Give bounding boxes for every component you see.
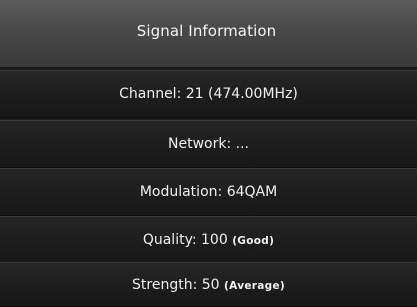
channel-value: 21 (474.00MHz) <box>185 86 298 102</box>
strength-label: Strength: <box>132 276 198 293</box>
network-label: Network: <box>168 136 232 152</box>
header-bar: Signal Information <box>0 0 417 68</box>
channel-text: Channel: 21 (474.00MHz) <box>119 86 298 102</box>
modulation-value: 64QAM <box>226 184 278 200</box>
strength-value: 50 <box>201 276 220 293</box>
network-row: Network: ... <box>0 120 417 168</box>
channel-label: Channel: <box>119 86 182 102</box>
modulation-row: Modulation: 64QAM <box>0 168 417 216</box>
quality-label: Quality: <box>142 232 197 248</box>
strength-text: Strength: 50 (Average) <box>132 277 285 293</box>
page-title: Signal Information <box>136 21 277 40</box>
quality-text: Quality: 100 (Good) <box>143 232 274 248</box>
signal-info-screen: Signal Information Channel: 21 (474.00MH… <box>0 0 417 307</box>
strength-row: Strength: 50 (Average) <box>0 262 417 307</box>
quality-value: 100 <box>201 232 228 248</box>
modulation-label: Modulation: <box>139 184 223 200</box>
strength-rating: (Average) <box>224 279 285 292</box>
quality-rating: (Good) <box>232 235 275 247</box>
modulation-text: Modulation: 64QAM <box>140 184 277 200</box>
network-value: ... <box>235 136 249 152</box>
quality-row: Quality: 100 (Good) <box>0 216 417 264</box>
network-text: Network: ... <box>168 136 249 152</box>
channel-row: Channel: 21 (474.00MHz) <box>0 70 417 118</box>
